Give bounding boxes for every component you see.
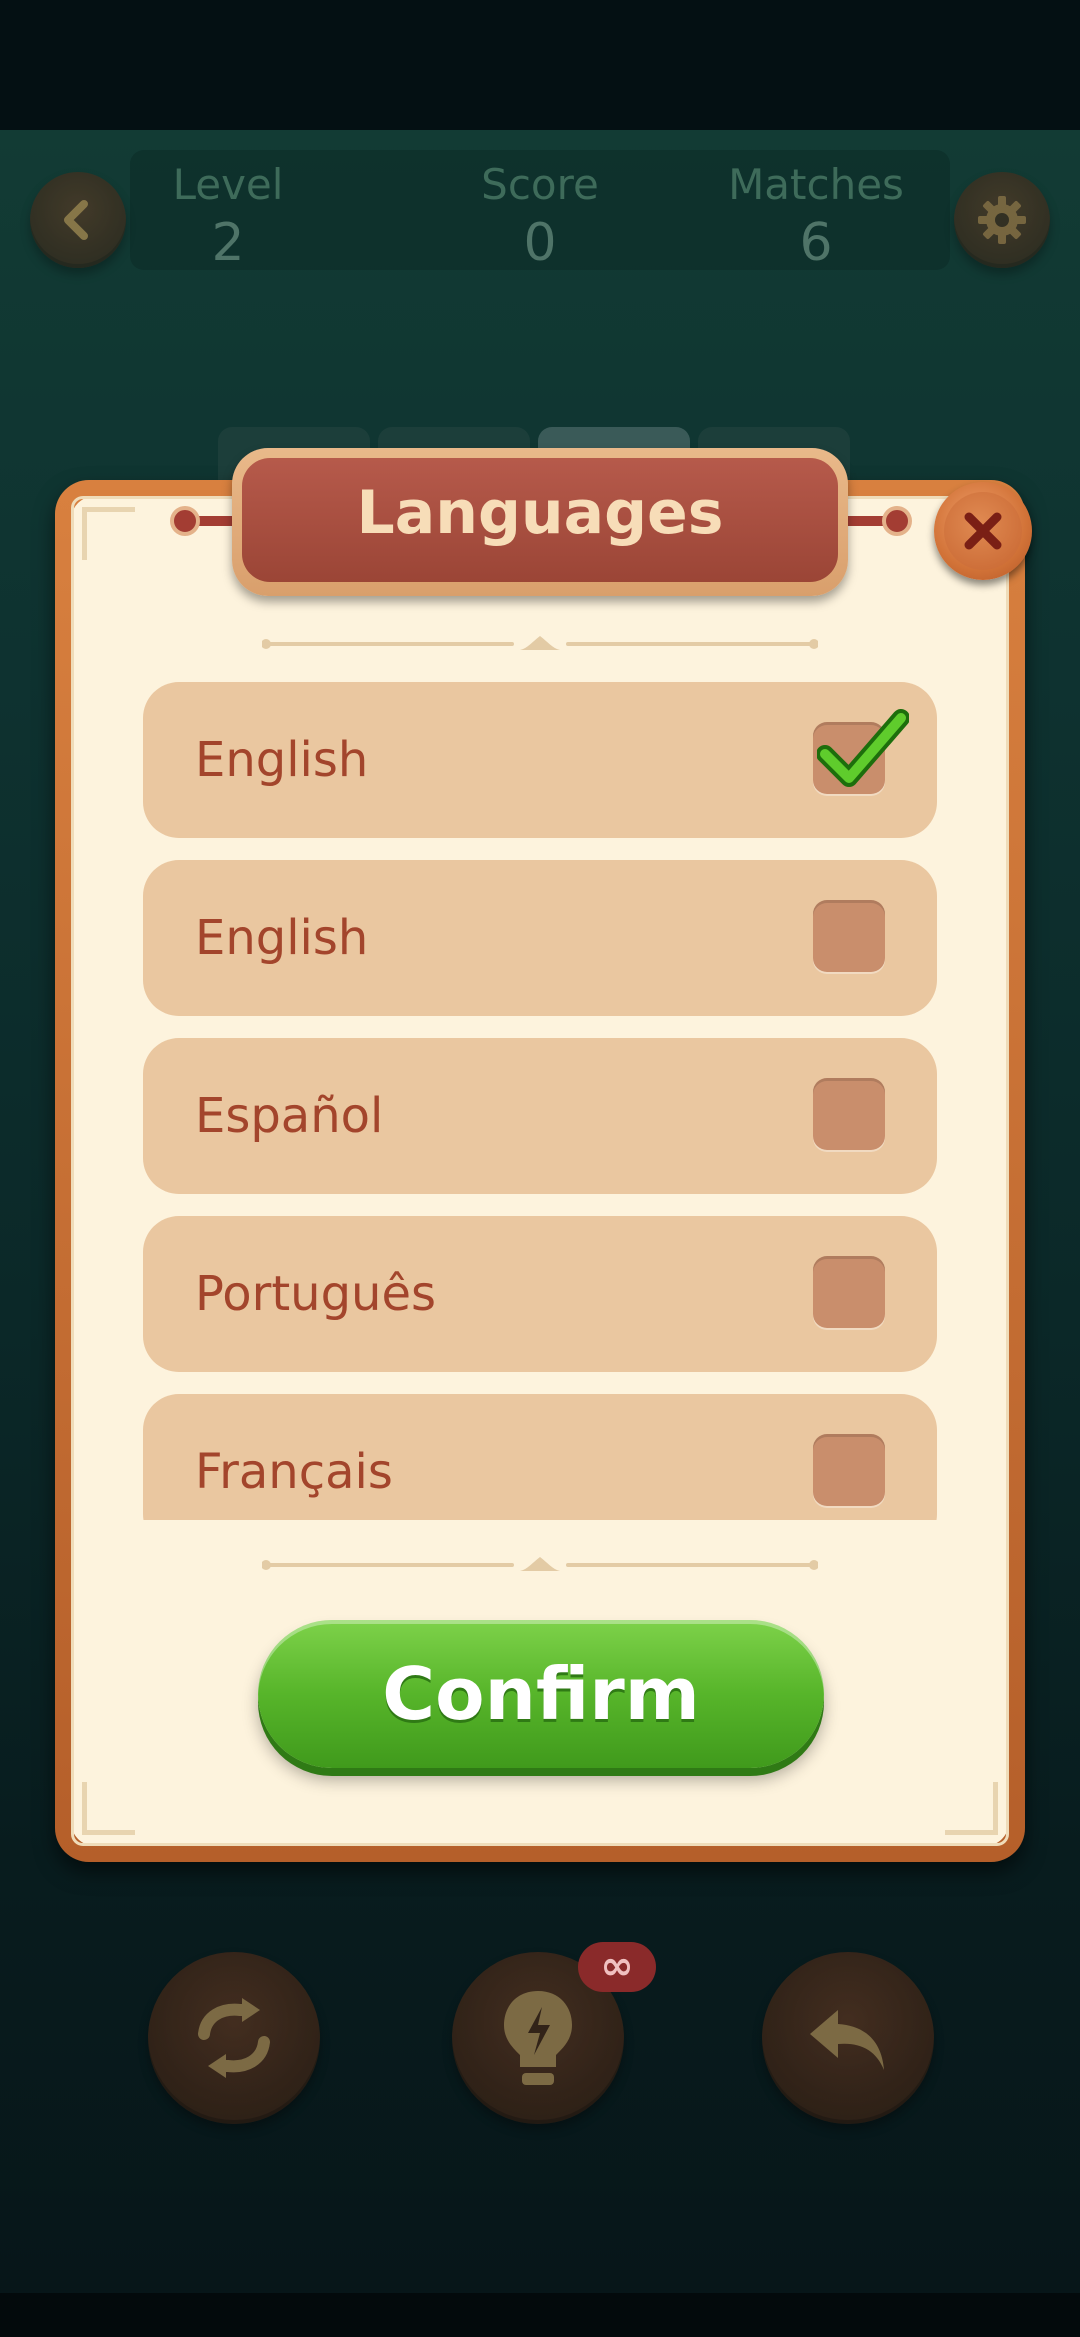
language-checkbox[interactable] — [813, 1434, 885, 1506]
matches-value: 6 — [799, 213, 833, 273]
hud-level: Level 2 — [128, 160, 328, 273]
close-button-face — [944, 492, 1022, 570]
hint-icon — [504, 1991, 572, 2085]
language-label: Español — [195, 1088, 384, 1144]
language-option[interactable]: Português — [143, 1216, 937, 1372]
back-icon — [64, 200, 88, 240]
divider-top — [262, 636, 818, 650]
language-checkbox[interactable] — [813, 900, 885, 972]
shuffle-icon — [198, 1998, 270, 2078]
settings-button[interactable] — [954, 172, 1050, 268]
hud-score: Score 0 — [440, 160, 640, 273]
divider-bottom — [262, 1557, 818, 1571]
bottom-strip — [0, 2293, 1080, 2337]
language-option[interactable]: English — [143, 682, 937, 838]
language-option[interactable]: Español — [143, 1038, 937, 1194]
rope-knot — [170, 506, 200, 536]
settings-icon — [978, 196, 1026, 244]
hint-count-badge: ∞ — [578, 1942, 656, 1992]
close-icon — [964, 512, 1002, 550]
language-checkbox[interactable] — [813, 1078, 885, 1150]
matches-label: Matches — [728, 160, 904, 209]
hud-matches: Matches 6 — [716, 160, 916, 273]
language-label: English — [195, 910, 369, 966]
back-button[interactable] — [30, 172, 126, 268]
status-bar — [0, 0, 1080, 130]
corner-ornament — [945, 1782, 998, 1835]
language-label: Português — [195, 1266, 437, 1322]
title-plaque: Languages — [232, 448, 848, 596]
undo-button[interactable] — [762, 1952, 934, 2124]
language-label: Français — [195, 1444, 393, 1500]
confirm-label: Confirm — [382, 1652, 700, 1736]
level-value: 2 — [211, 213, 245, 273]
checkmark-icon — [817, 709, 909, 787]
language-list[interactable]: English English Español Português França… — [143, 682, 937, 1520]
corner-ornament — [82, 1782, 135, 1835]
level-label: Level — [172, 160, 284, 209]
language-checkbox[interactable] — [813, 709, 909, 794]
rope-knot — [882, 506, 912, 536]
language-checkbox[interactable] — [813, 1256, 885, 1328]
language-option[interactable]: Français — [143, 1394, 937, 1520]
score-label: Score — [481, 160, 599, 209]
score-value: 0 — [523, 213, 557, 273]
confirm-button[interactable]: Confirm — [258, 1620, 824, 1768]
corner-ornament — [82, 507, 135, 560]
language-option[interactable]: English — [143, 860, 937, 1016]
dialog-title: Languages — [356, 478, 724, 548]
close-button[interactable] — [934, 482, 1032, 580]
shuffle-button[interactable] — [148, 1952, 320, 2124]
undo-icon — [810, 2010, 884, 2070]
language-label: English — [195, 732, 369, 788]
